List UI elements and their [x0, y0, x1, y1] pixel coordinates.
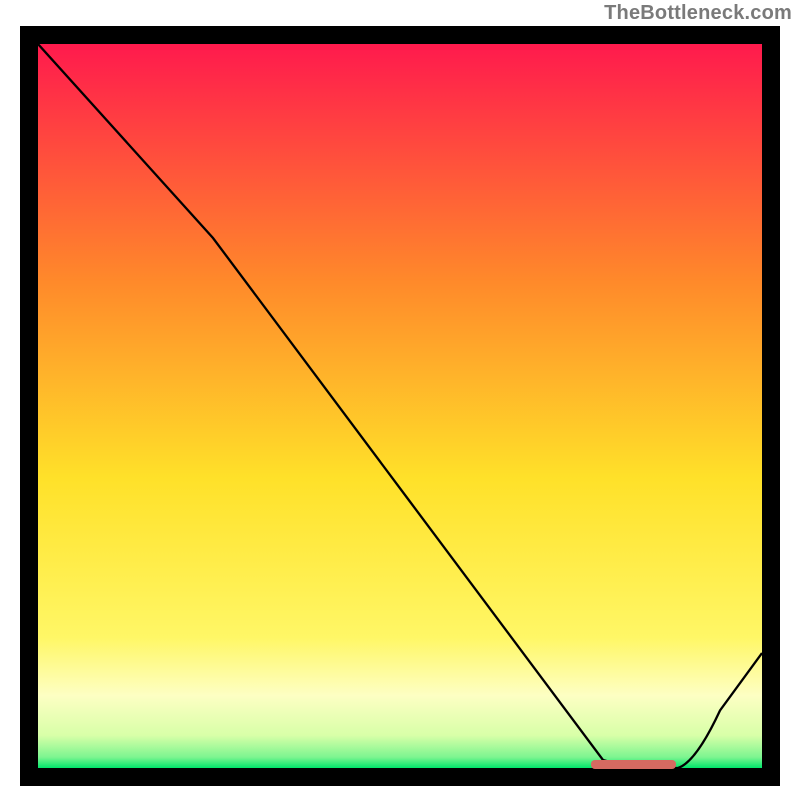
optimal-range-marker	[591, 760, 676, 769]
plot-area	[38, 44, 762, 768]
plot-frame	[20, 26, 780, 786]
curve-path	[38, 44, 762, 768]
bottleneck-curve	[38, 44, 762, 768]
watermark-text: TheBottleneck.com	[604, 2, 792, 25]
